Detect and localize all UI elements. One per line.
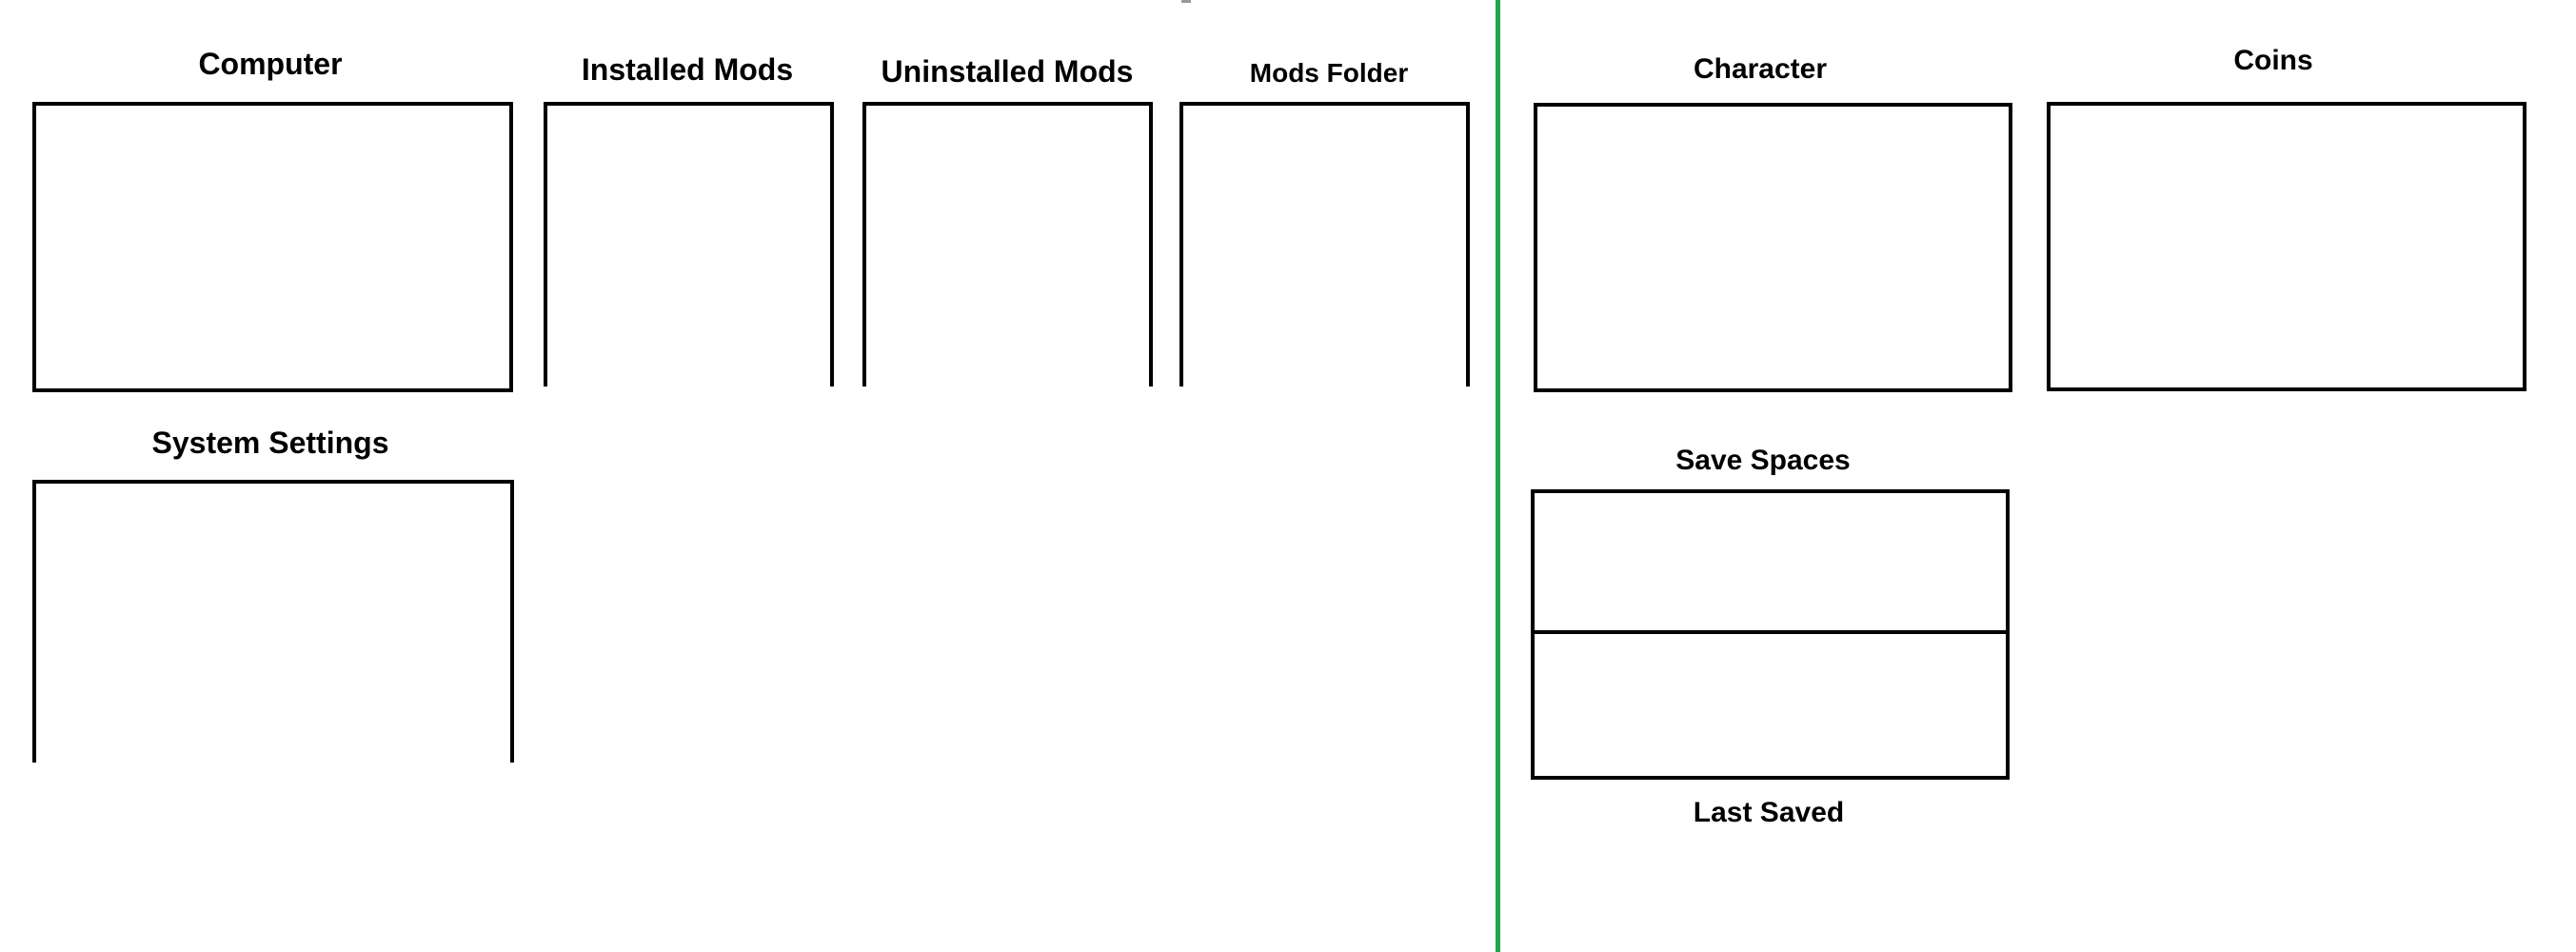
computer-label: Computer [198,47,343,81]
installed-mods-box [544,102,834,387]
save-spaces-box [1531,489,2010,780]
character-box [1534,103,2012,392]
mods-folder-label: Mods Folder [1249,58,1409,88]
coins-label: Coins [2233,45,2313,76]
save-spaces-label: Save Spaces [1675,445,1851,476]
installed-mods-label: Installed Mods [581,52,794,87]
mods-folder-box [1179,102,1470,387]
system-settings-box [32,480,514,763]
uninstalled-mods-label: Uninstalled Mods [881,54,1134,89]
character-label: Character [1693,53,1828,85]
system-settings-label: System Settings [151,426,389,460]
computer-box [32,102,513,392]
last-saved-label: Last Saved [1693,797,1845,828]
coins-box [2047,102,2526,391]
panel-divider [1496,0,1500,952]
save-slot-divider [1535,630,2006,634]
uninstalled-mods-box [862,102,1153,387]
top-edge-mark [1181,0,1191,3]
